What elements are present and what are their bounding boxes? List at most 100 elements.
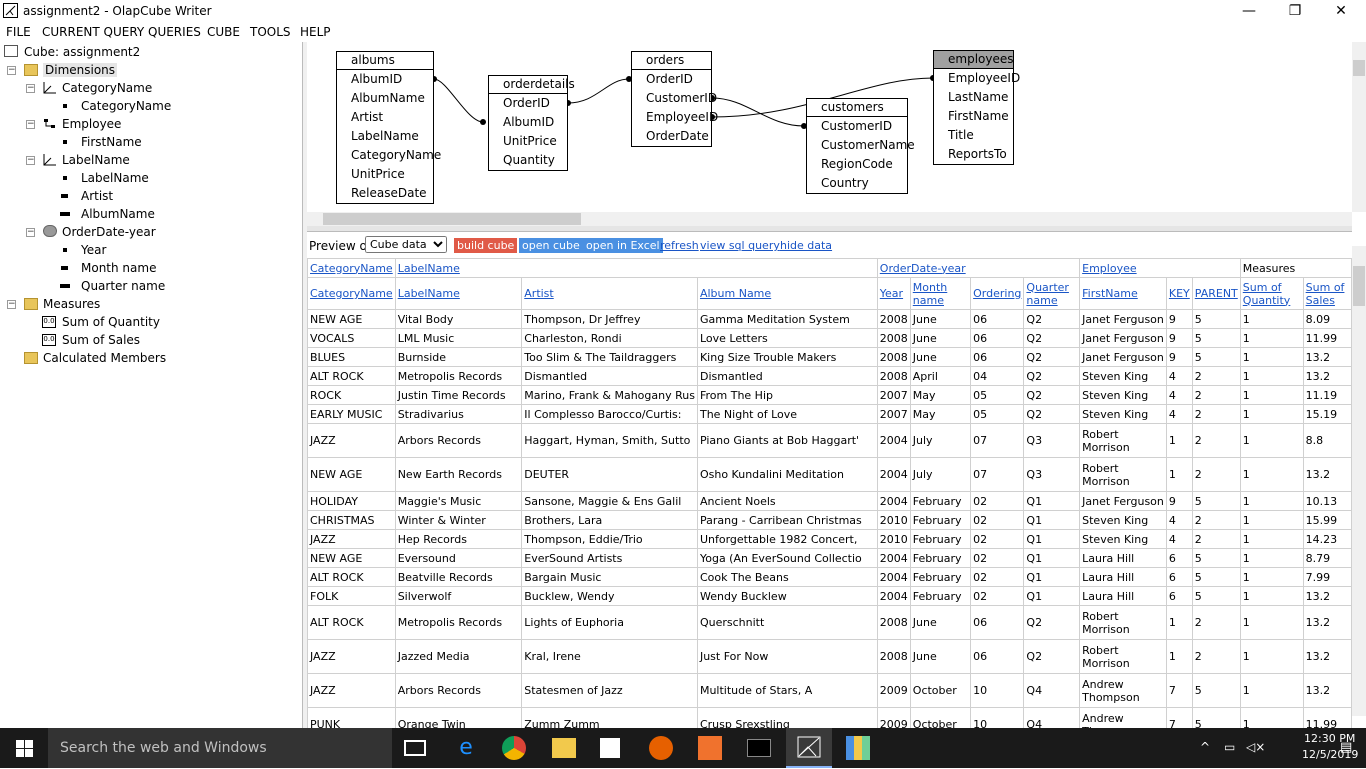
table-cell[interactable]: February xyxy=(909,567,972,587)
table-cell[interactable]: 5 xyxy=(1191,491,1241,511)
hide-data-link[interactable]: hide data xyxy=(780,239,832,252)
table-cell[interactable]: JAZZ xyxy=(307,423,396,458)
table-cell[interactable]: ROCK xyxy=(307,385,396,405)
table-cell[interactable]: Q2 xyxy=(1023,328,1081,348)
menu-queries[interactable]: QUERIES xyxy=(148,25,201,39)
column-header-link[interactable]: PARENT xyxy=(1195,287,1238,300)
table-field[interactable]: UnitPrice xyxy=(489,132,567,151)
table-cell[interactable]: 5 xyxy=(1191,548,1241,568)
table-cell[interactable]: 05 xyxy=(970,404,1025,424)
column-header-link[interactable]: Sum of Quantity xyxy=(1243,281,1291,307)
table-cell[interactable]: 13.2 xyxy=(1302,639,1352,674)
tree-measure[interactable]: Sum of Quantity xyxy=(62,315,160,329)
volume-muted-icon[interactable]: ◁× xyxy=(1246,740,1265,754)
table-row[interactable]: ALT ROCK Metropolis Records Lights of Euph… xyxy=(307,605,1352,640)
taskbar-search[interactable]: Search the web and Windows xyxy=(48,728,392,768)
table-cell[interactable]: 1 xyxy=(1239,529,1304,549)
table-field[interactable]: CustomerName xyxy=(807,136,915,155)
column-header-link[interactable]: Year xyxy=(880,287,903,300)
table-cell[interactable]: 2009 xyxy=(876,673,911,708)
table-cell[interactable]: 02 xyxy=(970,529,1025,549)
table-cell[interactable]: Q1 xyxy=(1023,548,1081,568)
edge-icon[interactable]: e xyxy=(454,736,478,760)
table-cell[interactable]: Q1 xyxy=(1023,491,1081,511)
table-cell[interactable]: FOLK xyxy=(307,586,396,606)
table-cell[interactable]: Bargain Music xyxy=(521,567,698,587)
table-cell[interactable]: July xyxy=(909,423,972,458)
table-cell[interactable]: Steven King xyxy=(1079,404,1167,424)
table-cell[interactable]: May xyxy=(909,404,972,424)
open-excel-button[interactable]: open in Excel xyxy=(583,238,663,253)
column-header[interactable]: Album Name xyxy=(696,277,878,310)
table-cell[interactable]: 13.2 xyxy=(1302,673,1352,708)
table-cell[interactable]: ALT ROCK xyxy=(307,366,396,386)
table-cell[interactable]: Love Letters xyxy=(696,328,878,348)
tree-level[interactable]: Quarter name xyxy=(81,279,165,293)
table-row[interactable]: FOLK Silverwolf Bucklew, Wendy Wendy Buckle… xyxy=(307,586,1352,606)
table-cell[interactable]: 02 xyxy=(970,548,1025,568)
table-cell[interactable]: 2008 xyxy=(876,366,911,386)
table-cell[interactable]: 13.2 xyxy=(1302,366,1352,386)
table-cell[interactable]: HOLIDAY xyxy=(307,491,396,511)
table-field[interactable]: LastName xyxy=(934,88,1013,107)
table-field[interactable]: RegionCode xyxy=(807,155,907,174)
table-cell[interactable]: Andrew Thompson xyxy=(1079,673,1167,708)
table-cell[interactable]: October xyxy=(909,673,972,708)
table-cell[interactable]: February xyxy=(909,548,972,568)
table-cell[interactable]: 05 xyxy=(970,385,1025,405)
table-cell[interactable]: Maggie's Music xyxy=(394,491,523,511)
table-cell[interactable]: 4 xyxy=(1165,529,1193,549)
table-cell[interactable]: Laura Hill xyxy=(1079,586,1167,606)
table-row[interactable]: ALT ROCK Beatville Records Bargain Music Co… xyxy=(307,567,1352,587)
table-cell[interactable]: Janet Ferguson xyxy=(1079,347,1167,367)
table-field[interactable]: OrderDate xyxy=(632,127,711,146)
table-cell[interactable]: February xyxy=(909,529,972,549)
table-cell[interactable]: Too Slim & The Taildraggers xyxy=(521,347,698,367)
table-cell[interactable]: Just For Now xyxy=(696,639,878,674)
table-cell[interactable]: Steven King xyxy=(1079,529,1167,549)
tray-chevron-icon[interactable]: ^ xyxy=(1200,740,1210,754)
table-cell[interactable]: 6 xyxy=(1165,586,1193,606)
table-cell[interactable]: 8.79 xyxy=(1302,548,1352,568)
table-cell[interactable]: Q2 xyxy=(1023,404,1081,424)
table-row[interactable]: NEW AGE Eversound EverSound Artists Yoga (A… xyxy=(307,548,1352,568)
table-cell[interactable]: 15.19 xyxy=(1302,404,1352,424)
table-cell[interactable]: 2008 xyxy=(876,309,911,329)
table-cell[interactable]: 1 xyxy=(1239,404,1304,424)
file-explorer-icon[interactable] xyxy=(552,738,576,758)
table-cell[interactable]: 10 xyxy=(970,707,1025,728)
table-cell[interactable]: Q1 xyxy=(1023,510,1081,530)
table-cell[interactable]: 1 xyxy=(1239,639,1304,674)
table-cell[interactable]: 1 xyxy=(1239,366,1304,386)
table-field[interactable]: EmployeeID xyxy=(934,69,1020,88)
column-header[interactable]: Artist xyxy=(521,277,698,310)
table-cell[interactable]: 2004 xyxy=(876,586,911,606)
table-cell[interactable]: Janet Ferguson xyxy=(1079,491,1167,511)
table-row[interactable]: HOLIDAY Maggie's Music Sansone, Maggie & E… xyxy=(307,491,1352,511)
table-orders[interactable]: orders OrderID CustomerID EmployeeID Ord… xyxy=(631,51,718,147)
table-cell[interactable]: 1 xyxy=(1165,605,1193,640)
table-cell[interactable]: 1 xyxy=(1239,457,1304,492)
table-cell[interactable]: 13.2 xyxy=(1302,457,1352,492)
table-employees[interactable]: employees EmployeeID LastName FirstName … xyxy=(933,50,1020,165)
tree-level[interactable]: LabelName xyxy=(81,171,149,185)
close-button[interactable]: ✕ xyxy=(1318,0,1364,22)
table-cell[interactable]: 2004 xyxy=(876,423,911,458)
column-header[interactable]: KEY xyxy=(1165,277,1193,310)
table-cell[interactable]: Charleston, Rondi xyxy=(521,328,698,348)
open-cube-button[interactable]: open cube xyxy=(519,238,583,253)
table-cell[interactable]: 1 xyxy=(1239,491,1304,511)
tree-measure[interactable]: Sum of Sales xyxy=(62,333,140,347)
table-cell[interactable]: Janet Ferguson xyxy=(1079,309,1167,329)
table-cell[interactable]: Thompson, Dr Jeffrey xyxy=(521,309,698,329)
table-cell[interactable]: 1 xyxy=(1165,639,1193,674)
group-header-link[interactable]: Employee xyxy=(1082,262,1136,275)
table-cell[interactable]: Cook The Beans xyxy=(696,567,878,587)
table-cell[interactable]: Querschnitt xyxy=(696,605,878,640)
table-cell[interactable]: 06 xyxy=(970,328,1025,348)
table-cell[interactable]: Q2 xyxy=(1023,366,1081,386)
restore-button[interactable]: ❐ xyxy=(1272,0,1318,22)
table-row[interactable]: EARLY MUSIC Stradivarius Il Complesso Baro… xyxy=(307,404,1352,424)
table-field[interactable]: Artist xyxy=(337,108,433,127)
table-cell[interactable]: 2 xyxy=(1191,423,1241,458)
